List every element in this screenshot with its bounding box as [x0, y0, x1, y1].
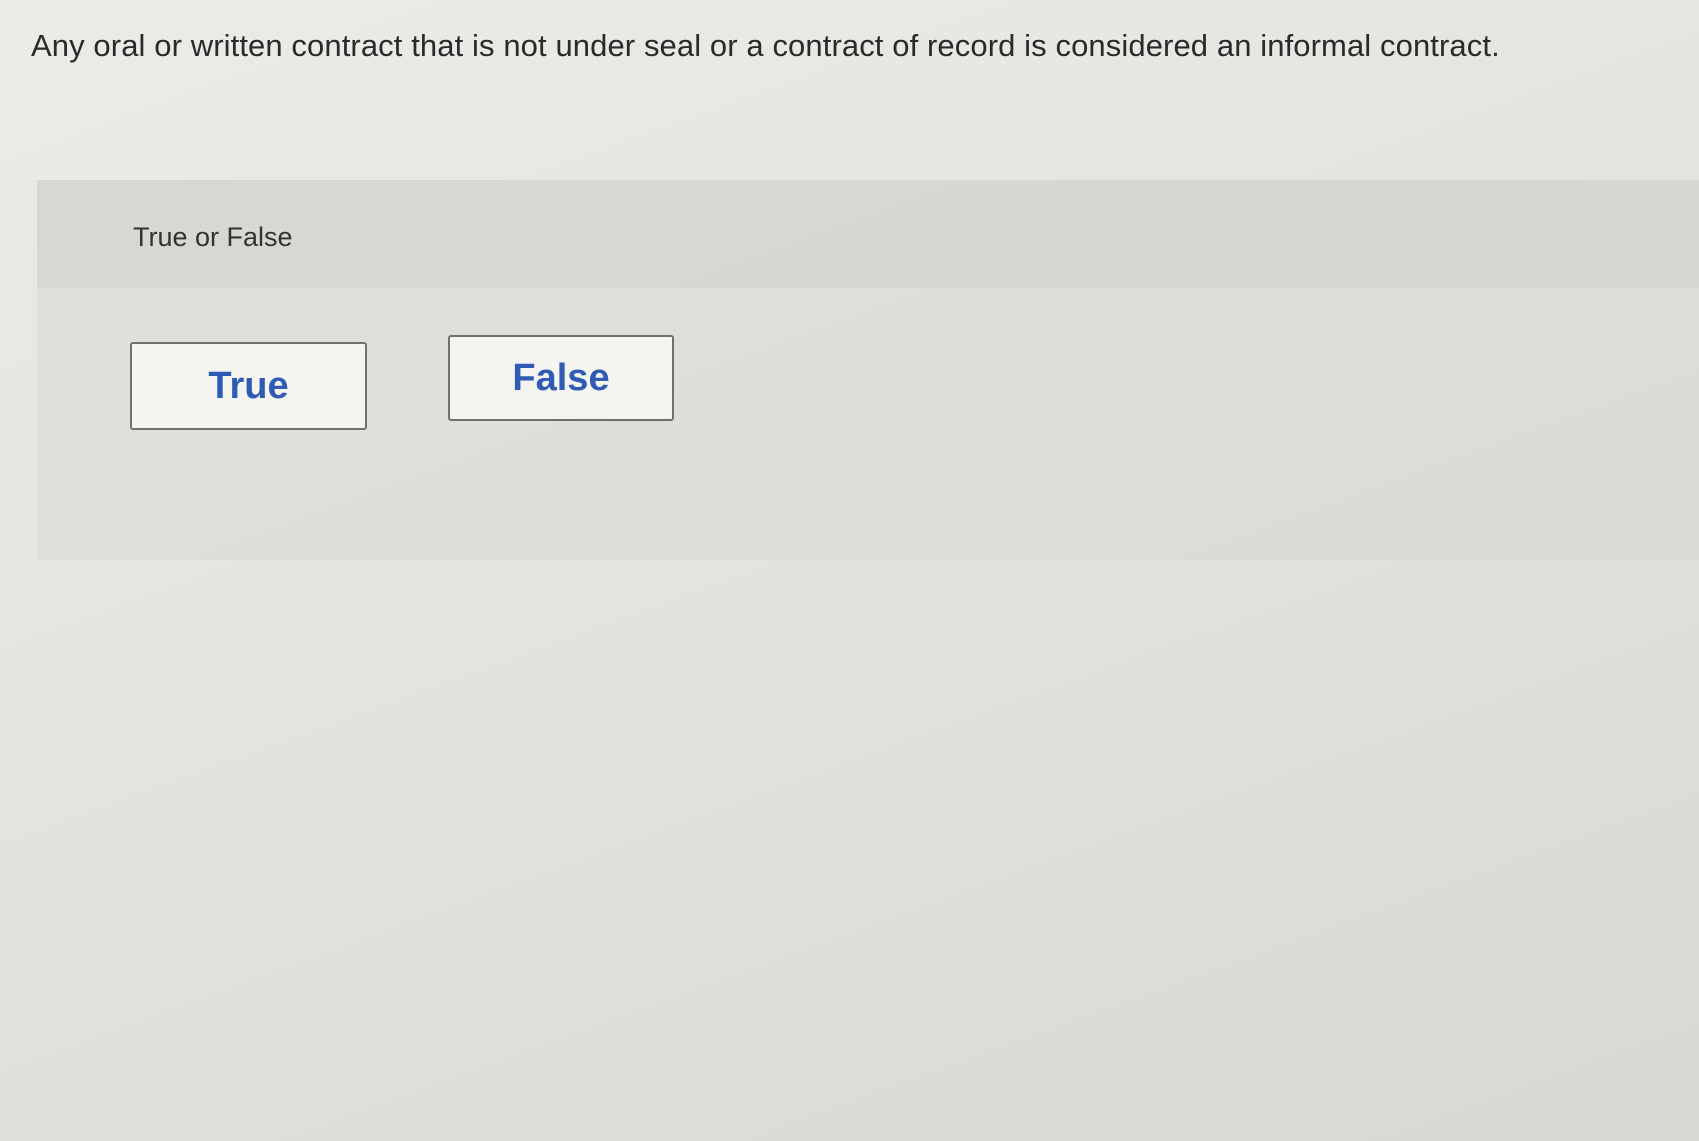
- true-button[interactable]: True: [130, 342, 367, 430]
- answer-panel: True or False True False: [37, 180, 1699, 560]
- false-button[interactable]: False: [448, 335, 674, 421]
- true-or-false-label: True or False: [133, 222, 293, 252]
- question-text: Any oral or written contract that is not…: [31, 28, 1500, 63]
- quiz-page: { "question": { "text": "Any oral or wri…: [0, 0, 1699, 1141]
- answer-panel-header: True or False: [37, 180, 1699, 288]
